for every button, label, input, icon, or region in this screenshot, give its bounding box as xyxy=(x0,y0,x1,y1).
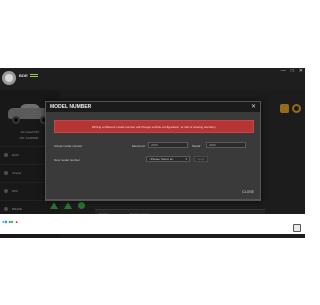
new-model-label: New model number xyxy=(54,158,81,162)
gear-logo-icon xyxy=(2,71,16,85)
actual-model-label: Actual model number xyxy=(54,144,83,148)
footer-strip: ●◆ ■■ ▲ xyxy=(0,214,305,234)
top-bar: BDE — □ ✕ xyxy=(0,68,305,90)
close-button[interactable]: CLOSE xyxy=(242,190,254,194)
app-window: BDE — □ ✕ Van Dual RST VIN: 1GNSKB... EC… xyxy=(0,68,305,238)
actual-model-field: 2000 xyxy=(206,142,246,148)
minimize-button[interactable]: — xyxy=(281,68,286,74)
chevron-down-icon: ▾ xyxy=(185,157,187,161)
logo-blue: ●◆ xyxy=(2,219,8,224)
logo-red: ▲ xyxy=(14,219,19,224)
app-brand: BDE xyxy=(19,73,29,78)
help-icon[interactable] xyxy=(293,224,301,232)
dialog-title: MODEL NUMBER xyxy=(50,104,92,110)
warning-banner: Writing a different model number will ch… xyxy=(54,120,254,133)
warning-text: Writing a different model number will ch… xyxy=(91,125,217,129)
new-model-select[interactable]: <Please Select an ▾ xyxy=(146,156,190,162)
actual-electronic-field: 2000 xyxy=(148,142,188,148)
actual-model-value-label: Model: xyxy=(192,144,202,148)
window-controls: — □ ✕ xyxy=(281,68,303,74)
dialog-header: MODEL NUMBER ✕ xyxy=(46,102,260,112)
dialog-close-icon[interactable]: ✕ xyxy=(251,103,256,110)
dialog-footer-line xyxy=(46,199,260,200)
maximize-button[interactable]: □ xyxy=(291,68,294,74)
logo-green: ■■ xyxy=(8,219,14,224)
actual-electronic-label: Electronic: xyxy=(132,144,147,148)
partner-logos: ●◆ ■■ ▲ xyxy=(2,219,19,224)
select-value: <Please Select an xyxy=(149,157,174,161)
model-number-dialog: MODEL NUMBER ✕ Writing a different model… xyxy=(45,101,261,201)
brand-accent-lines xyxy=(30,74,38,75)
apply-button[interactable]: Apply xyxy=(194,156,208,162)
close-window-button[interactable]: ✕ xyxy=(299,68,303,74)
